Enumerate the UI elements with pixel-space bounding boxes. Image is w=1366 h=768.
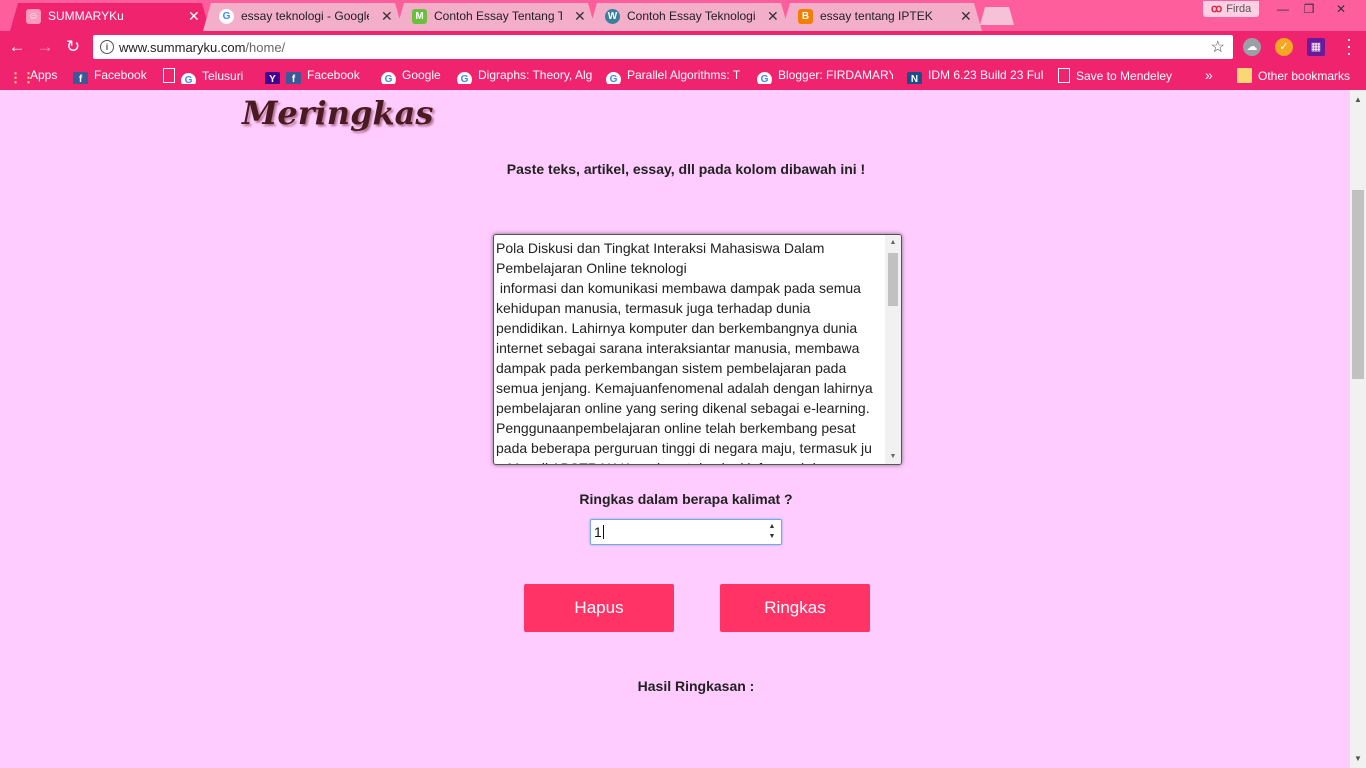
site-info-icon[interactable]: i bbox=[100, 40, 114, 54]
url-path: /home/ bbox=[245, 40, 286, 55]
bookmark-idm[interactable]: N IDM 6.23 Build 23 Ful bbox=[907, 68, 1043, 84]
close-tab-icon[interactable]: ✕ bbox=[381, 8, 393, 25]
bookmark-facebook[interactable]: f Facebook bbox=[73, 68, 147, 84]
hapus-button[interactable]: Hapus bbox=[524, 584, 674, 632]
bookmark-digraphs[interactable]: G Digraphs: Theory, Alg bbox=[457, 68, 593, 84]
tab-title: SUMMARYKu bbox=[48, 9, 124, 23]
result-label: Hasil Ringkasan : bbox=[637, 678, 755, 694]
extension-check-icon[interactable]: ✓ bbox=[1275, 38, 1293, 56]
scroll-up-icon[interactable]: ▲ bbox=[1350, 95, 1366, 104]
bookmark-facebook-2[interactable]: Yf Facebook bbox=[265, 68, 360, 84]
page-content: Meringkas Paste teks, artikel, essay, dl… bbox=[0, 90, 1350, 768]
bookmark-label: Save to Mendeley bbox=[1076, 69, 1173, 83]
bookmark-mendeley[interactable]: Save to Mendeley bbox=[1058, 68, 1172, 84]
close-tab-icon[interactable]: ✕ bbox=[960, 8, 972, 25]
tab-strip: ☺ SUMMARYKu ✕ G essay teknologi - Google… bbox=[0, 0, 1366, 31]
reload-icon[interactable]: ↻ bbox=[62, 36, 84, 58]
article-text: Pola Diskusi dan Tingkat Interaksi Mahas… bbox=[496, 240, 873, 464]
tab-contoh-essay-tentang[interactable]: M Contoh Essay Tentang Te ✕ bbox=[396, 3, 596, 31]
bookmark-label: Digraphs: Theory, Alg bbox=[478, 68, 593, 82]
close-tab-icon[interactable]: ✕ bbox=[767, 8, 779, 25]
sentence-count-input[interactable]: 1 ▲ ▼ bbox=[590, 519, 782, 545]
bookmark-label: Blogger: FIRDAMARY bbox=[778, 68, 893, 82]
google-icon: G bbox=[606, 72, 621, 84]
forward-arrow-icon[interactable]: → bbox=[34, 36, 56, 58]
bookmark-label: Facebook bbox=[307, 68, 360, 82]
facebook-icon: f bbox=[286, 72, 301, 84]
article-textarea[interactable]: Pola Diskusi dan Tingkat Interaksi Mahas… bbox=[493, 234, 902, 465]
sentence-count-label: Ringkas dalam berapa kalimat ? bbox=[579, 491, 793, 507]
url-text: www.summaryku.com/home/ bbox=[119, 40, 285, 55]
tab-essay-teknologi-google[interactable]: G essay teknologi - Google ✕ bbox=[203, 3, 403, 31]
apps-icon: ⋮⋮ bbox=[9, 70, 35, 84]
scrollbar-thumb[interactable] bbox=[888, 253, 898, 306]
facebook-icon: f bbox=[73, 72, 88, 84]
bookmark-label: Google bbox=[402, 68, 441, 82]
sentence-count-value: 1 bbox=[594, 524, 602, 540]
google-icon: G bbox=[381, 72, 396, 84]
extension-cloud-icon[interactable]: ☁ bbox=[1243, 38, 1261, 56]
tab-title: essay tentang IPTEK bbox=[820, 9, 933, 23]
site-logo[interactable]: Meringkas bbox=[242, 94, 433, 132]
tab-contoh-essay-teknologi[interactable]: W Contoh Essay Teknologi ✕ bbox=[589, 3, 789, 31]
ringkas-button[interactable]: Ringkas bbox=[720, 584, 870, 632]
scroll-down-icon[interactable]: ▼ bbox=[885, 453, 901, 460]
tab-title: Contoh Essay Tentang Te bbox=[434, 9, 562, 23]
blogger-favicon-icon: B bbox=[798, 9, 813, 24]
url-host: www.summaryku.com bbox=[119, 40, 246, 55]
tab-essay-tentang-iptek[interactable]: B essay tentang IPTEK ✕ bbox=[782, 3, 982, 31]
bookmark-label: Parallel Algorithms: T bbox=[627, 68, 741, 82]
scroll-up-icon[interactable]: ▲ bbox=[885, 239, 901, 246]
scrollbar-thumb[interactable] bbox=[1352, 190, 1364, 379]
spinner-arrows-icon[interactable]: ▲ ▼ bbox=[766, 522, 778, 542]
tab-title: Contoh Essay Teknologi bbox=[627, 9, 755, 23]
bookmark-label: Telusuri bbox=[202, 69, 244, 83]
bookmark-telusuri[interactable]: G Telusuri bbox=[163, 68, 243, 84]
bookmark-star-icon[interactable]: ☆ bbox=[1211, 37, 1225, 57]
google-icon: G bbox=[457, 72, 472, 84]
tab-summaryku[interactable]: ☺ SUMMARYKu ✕ bbox=[10, 3, 210, 31]
more-bookmarks-chevron[interactable]: » bbox=[1205, 67, 1213, 83]
back-arrow-icon[interactable]: ← bbox=[6, 36, 28, 58]
textarea-scrollbar[interactable]: ▲ ▼ bbox=[885, 235, 901, 464]
close-tab-icon[interactable]: ✕ bbox=[574, 8, 586, 25]
bookmark-google[interactable]: G Google bbox=[381, 68, 441, 84]
page-icon bbox=[1058, 68, 1070, 83]
close-window-icon[interactable]: ✕ bbox=[1328, 0, 1354, 18]
yahoo-icon: Y bbox=[265, 72, 280, 84]
green-favicon-icon: M bbox=[412, 9, 427, 24]
bookmark-label: IDM 6.23 Build 23 Ful bbox=[928, 68, 1043, 82]
restore-icon[interactable]: ❐ bbox=[1296, 0, 1322, 18]
bookmark-label: Apps bbox=[30, 68, 58, 82]
profile-icon: ꝏ bbox=[1211, 3, 1223, 15]
chrome-menu-icon[interactable]: · · · bbox=[1344, 30, 1354, 62]
bookmark-parallel-algorithms[interactable]: G Parallel Algorithms: T bbox=[606, 68, 743, 84]
extension-grid-icon[interactable]: ▦ bbox=[1307, 38, 1325, 56]
google-favicon-icon: G bbox=[219, 9, 234, 24]
summaryku-favicon-icon: ☺ bbox=[26, 9, 41, 24]
bookmark-other[interactable]: Other bookmarks bbox=[1237, 68, 1350, 84]
wordpress-favicon-icon: W bbox=[605, 9, 620, 24]
instruction-text: Paste teks, artikel, essay, dll pada kol… bbox=[506, 161, 866, 177]
close-tab-icon[interactable]: ✕ bbox=[188, 8, 200, 25]
bookmark-label: Facebook bbox=[94, 68, 147, 82]
profile-button[interactable]: ꝏ Firda bbox=[1203, 1, 1260, 17]
bookmark-apps[interactable]: ⋮⋮Apps bbox=[9, 68, 57, 84]
page-icon bbox=[163, 68, 175, 83]
tab-title: essay teknologi - Google bbox=[241, 9, 369, 23]
scroll-down-icon[interactable]: ▼ bbox=[1350, 754, 1366, 763]
new-tab-button[interactable] bbox=[980, 7, 1014, 25]
google-icon: G bbox=[181, 73, 196, 84]
idm-icon: N bbox=[907, 72, 922, 84]
bookmark-blogger[interactable]: G Blogger: FIRDAMARY bbox=[757, 68, 893, 84]
page-scrollbar[interactable]: ▲ ▼ bbox=[1350, 90, 1366, 768]
minimize-icon[interactable]: — bbox=[1270, 0, 1296, 18]
bookmark-label: Other bookmarks bbox=[1258, 69, 1351, 83]
profile-name: Firda bbox=[1226, 3, 1252, 15]
address-bar[interactable]: i www.summaryku.com/home/ ☆ bbox=[93, 35, 1233, 59]
google-icon: G bbox=[757, 72, 772, 84]
browser-toolbar: ← → ↻ i www.summaryku.com/home/ ☆ ☁ ✓ ▦ … bbox=[0, 30, 1366, 63]
folder-icon bbox=[1237, 68, 1252, 83]
bookmarks-bar: ⋮⋮Apps f Facebook G Telusuri Yf Facebook GG… bbox=[0, 63, 1366, 90]
